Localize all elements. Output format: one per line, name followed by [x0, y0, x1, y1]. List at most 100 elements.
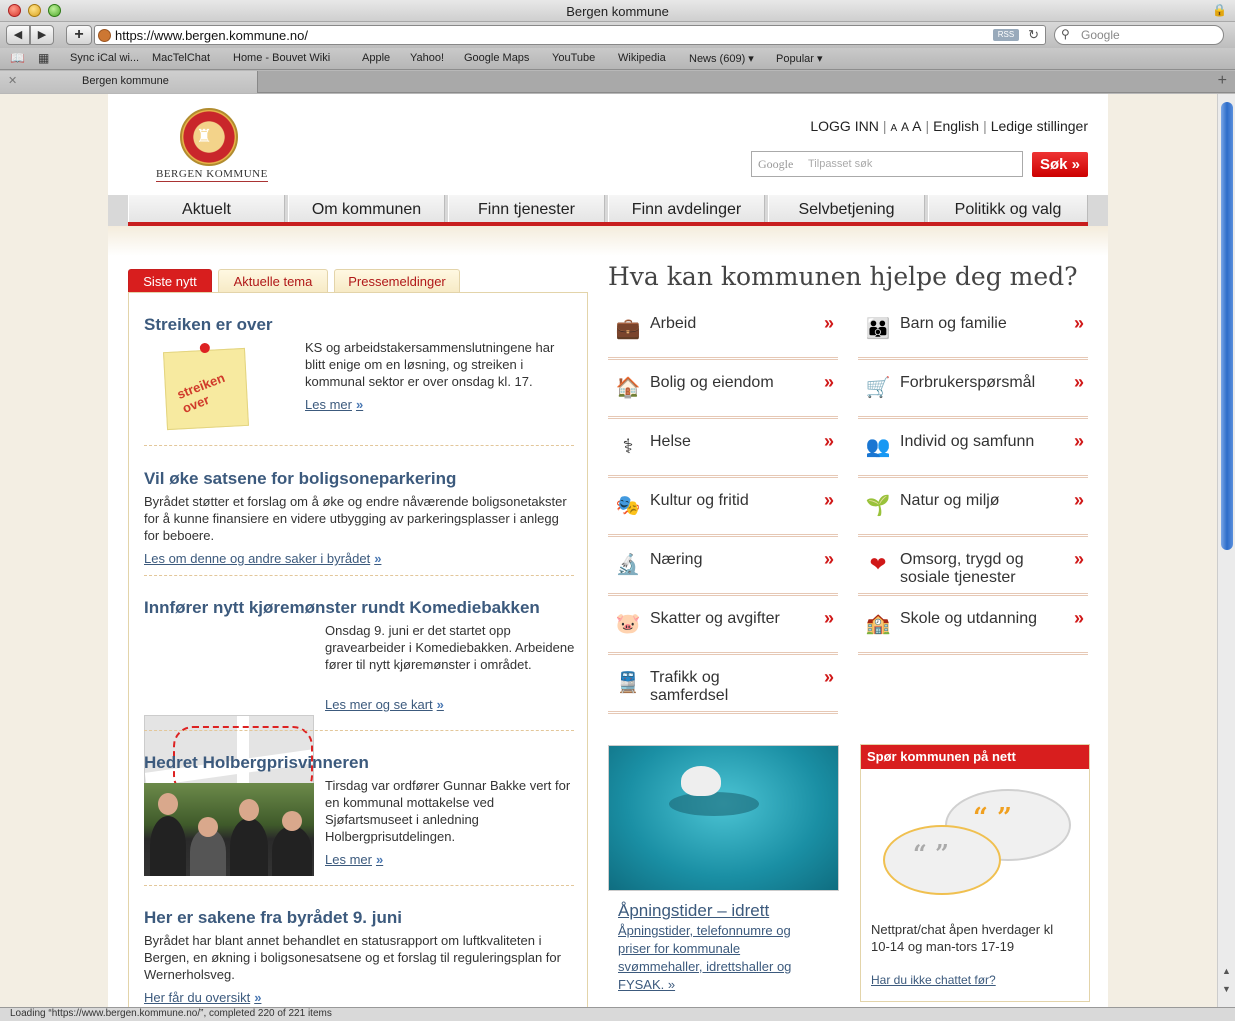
- reload-icon[interactable]: ↻: [1028, 27, 1039, 43]
- window-title: Bergen kommune: [566, 4, 669, 19]
- font-size-small-button[interactable]: A: [890, 123, 897, 134]
- bookmark-item[interactable]: Wikipedia: [618, 52, 666, 64]
- bookmark-item[interactable]: Home - Bouvet Wiki: [233, 52, 330, 64]
- opening-hours-text-link[interactable]: Åpningstider, telefonnumre og priser for…: [618, 922, 818, 994]
- address-bar[interactable]: https://www.bergen.kommune.no/ RSS ↻: [94, 25, 1046, 45]
- news-title[interactable]: Innfører nytt kjøremønster rundt Komedie…: [144, 598, 540, 618]
- scroll-up-arrow-icon[interactable]: ▲: [1222, 966, 1231, 976]
- add-bookmark-button[interactable]: +: [66, 25, 92, 45]
- service-link-individ-og-samfunn[interactable]: 👥 Individ og samfunn »: [858, 426, 1088, 478]
- window-titlebar: Bergen kommune 🔒: [0, 0, 1235, 22]
- site-search-placeholder: Tilpasset søk: [808, 158, 873, 170]
- service-label: Helse: [650, 433, 691, 450]
- back-button[interactable]: ◀: [6, 25, 30, 45]
- read-more-link[interactable]: Les mer»: [305, 397, 363, 412]
- chat-help-link[interactable]: Har du ikke chattet før?: [871, 973, 996, 987]
- top-sites-icon[interactable]: ▦: [38, 51, 49, 65]
- reading-list-icon[interactable]: 📖: [10, 51, 25, 65]
- new-tab-icon[interactable]: +: [1218, 72, 1227, 90]
- tab-pressemeldinger[interactable]: Pressemeldinger: [334, 269, 460, 294]
- service-link-barn-og-familie[interactable]: 👪 Barn og familie »: [858, 308, 1088, 360]
- browser-search-field[interactable]: ⚲ Google: [1054, 25, 1224, 45]
- rss-button[interactable]: RSS: [993, 29, 1019, 41]
- news-title[interactable]: Vil øke satsene for boligsoneparkering: [144, 469, 456, 489]
- service-link-skatter-og-avgifter[interactable]: 🐷 Skatter og avgifter »: [608, 603, 838, 655]
- read-more-link[interactable]: Les mer»: [325, 852, 383, 867]
- jobs-link[interactable]: Ledige stillinger: [991, 118, 1088, 134]
- font-size-large-button[interactable]: A: [912, 118, 921, 134]
- font-size-medium-button[interactable]: A: [901, 120, 909, 134]
- bookmark-item[interactable]: Sync iCal wi...: [70, 52, 139, 64]
- menu-om-kommunen[interactable]: Om kommunen: [288, 195, 445, 223]
- double-chevron-right-icon: »: [1073, 549, 1084, 569]
- service-link-kultur-og-fritid[interactable]: 🎭 Kultur og fritid »: [608, 485, 838, 537]
- chat-heading: Spør kommunen på nett: [861, 745, 1089, 769]
- read-more-link[interactable]: Les om denne og andre saker i byrådet»: [144, 551, 381, 566]
- service-link-naering[interactable]: 🔬 Næring »: [608, 544, 838, 596]
- scrollbar-thumb[interactable]: [1221, 102, 1233, 550]
- menu-politikk-og-valg[interactable]: Politikk og valg: [928, 195, 1088, 223]
- site-search-input[interactable]: Google Tilpasset søk: [751, 151, 1023, 177]
- bookmark-folder-label: News (609): [689, 53, 746, 65]
- double-chevron-right-icon: »: [823, 313, 834, 333]
- menu-aktuelt[interactable]: Aktuelt: [128, 195, 285, 223]
- browser-tab[interactable]: ✕ Bergen kommune: [0, 71, 258, 93]
- login-link[interactable]: LOGG INN: [810, 118, 878, 134]
- briefcase-icon: 💼: [615, 318, 641, 340]
- holberg-reception-photo[interactable]: [144, 783, 314, 876]
- double-chevron-right-icon: »: [823, 372, 834, 392]
- read-more-link[interactable]: Les mer og se kart»: [325, 697, 444, 712]
- service-link-skole-og-utdanning[interactable]: 🏫 Skole og utdanning »: [858, 603, 1088, 655]
- bookmark-folder-popular[interactable]: Popular ▾: [776, 52, 823, 65]
- service-label: Næring: [650, 551, 703, 568]
- close-tab-icon[interactable]: ✕: [8, 74, 17, 87]
- menu-finn-avdelinger[interactable]: Finn avdelinger: [608, 195, 765, 223]
- opening-hours-link[interactable]: Åpningstider – idrett: [618, 901, 769, 921]
- site-favicon-icon: [98, 29, 111, 42]
- bergen-coat-of-arms-logo[interactable]: ♜: [180, 108, 238, 166]
- service-link-natur-og-miljo[interactable]: 🌱 Natur og miljø »: [858, 485, 1088, 537]
- english-link[interactable]: English: [933, 118, 979, 134]
- bookmark-item[interactable]: YouTube: [552, 52, 595, 64]
- service-label: Skole og utdanning: [900, 610, 1037, 627]
- service-label: Omsorg, trygd og sosiale tjenester: [900, 551, 1024, 586]
- tab-title: Bergen kommune: [82, 75, 169, 87]
- forward-button[interactable]: ▶: [30, 25, 54, 45]
- service-link-forbrukersporsmal[interactable]: 🛒 Forbrukerspørsmål »: [858, 367, 1088, 419]
- read-more-label: Les om denne og andre saker i byrådet: [144, 551, 371, 566]
- bookmark-folder-news[interactable]: News (609) ▾: [689, 52, 754, 65]
- service-link-omsorg[interactable]: ❤ Omsorg, trygd og sosiale tjenester »: [858, 544, 1088, 596]
- double-chevron-right-icon: »: [1073, 608, 1084, 628]
- strike-note-image: streiken over: [163, 342, 249, 431]
- menu-finn-tjenester[interactable]: Finn tjenester: [448, 195, 605, 223]
- swimming-pool-photo[interactable]: [608, 745, 839, 891]
- url-text[interactable]: https://www.bergen.kommune.no/: [115, 28, 308, 43]
- menu-selvbetjening[interactable]: Selvbetjening: [768, 195, 925, 223]
- read-more-link[interactable]: Her får du oversikt»: [144, 990, 261, 1005]
- read-more-label: Les mer: [325, 852, 372, 867]
- vertical-scrollbar[interactable]: ▲ ▼: [1217, 94, 1235, 1007]
- logo-text[interactable]: BERGEN KOMMUNE: [156, 168, 268, 182]
- browser-search-placeholder: Google: [1081, 28, 1120, 42]
- news-title[interactable]: Streiken er over: [144, 315, 273, 335]
- bookmark-item[interactable]: MacTelChat: [152, 52, 210, 64]
- seedling-icon: 🌱: [865, 495, 891, 517]
- bookmark-folder-label: Popular: [776, 53, 814, 65]
- chat-box: Spør kommunen på nett “ ” “ ” Nettprat/c…: [860, 744, 1090, 1002]
- search-button[interactable]: Søk »: [1032, 152, 1088, 177]
- tab-siste-nytt[interactable]: Siste nytt: [128, 269, 212, 294]
- news-list: Streiken er over streiken over KS og arb…: [128, 292, 588, 1007]
- news-title[interactable]: Her er sakene fra byrådet 9. juni: [144, 908, 402, 928]
- news-text: Byrådet har blant annet behandlet en sta…: [144, 933, 561, 982]
- bookmark-item[interactable]: Yahoo!: [410, 52, 444, 64]
- bookmark-item[interactable]: Google Maps: [464, 52, 529, 64]
- news-title[interactable]: Hedret Holbergprisvinneren: [144, 753, 369, 773]
- tab-aktuelle-tema[interactable]: Aktuelle tema: [218, 269, 328, 294]
- service-link-bolig-og-eiendom[interactable]: 🏠 Bolig og eiendom »: [608, 367, 838, 419]
- news-text: Byrådet støtter et forslag om å øke og e…: [144, 494, 567, 543]
- service-link-helse[interactable]: ⚕ Helse »: [608, 426, 838, 478]
- bookmark-item[interactable]: Apple: [362, 52, 390, 64]
- service-link-arbeid[interactable]: 💼 Arbeid »: [608, 308, 838, 360]
- scroll-down-arrow-icon[interactable]: ▼: [1222, 984, 1231, 994]
- service-link-trafikk-og-samferdsel[interactable]: 🚆 Trafikk og samferdsel »: [608, 662, 838, 714]
